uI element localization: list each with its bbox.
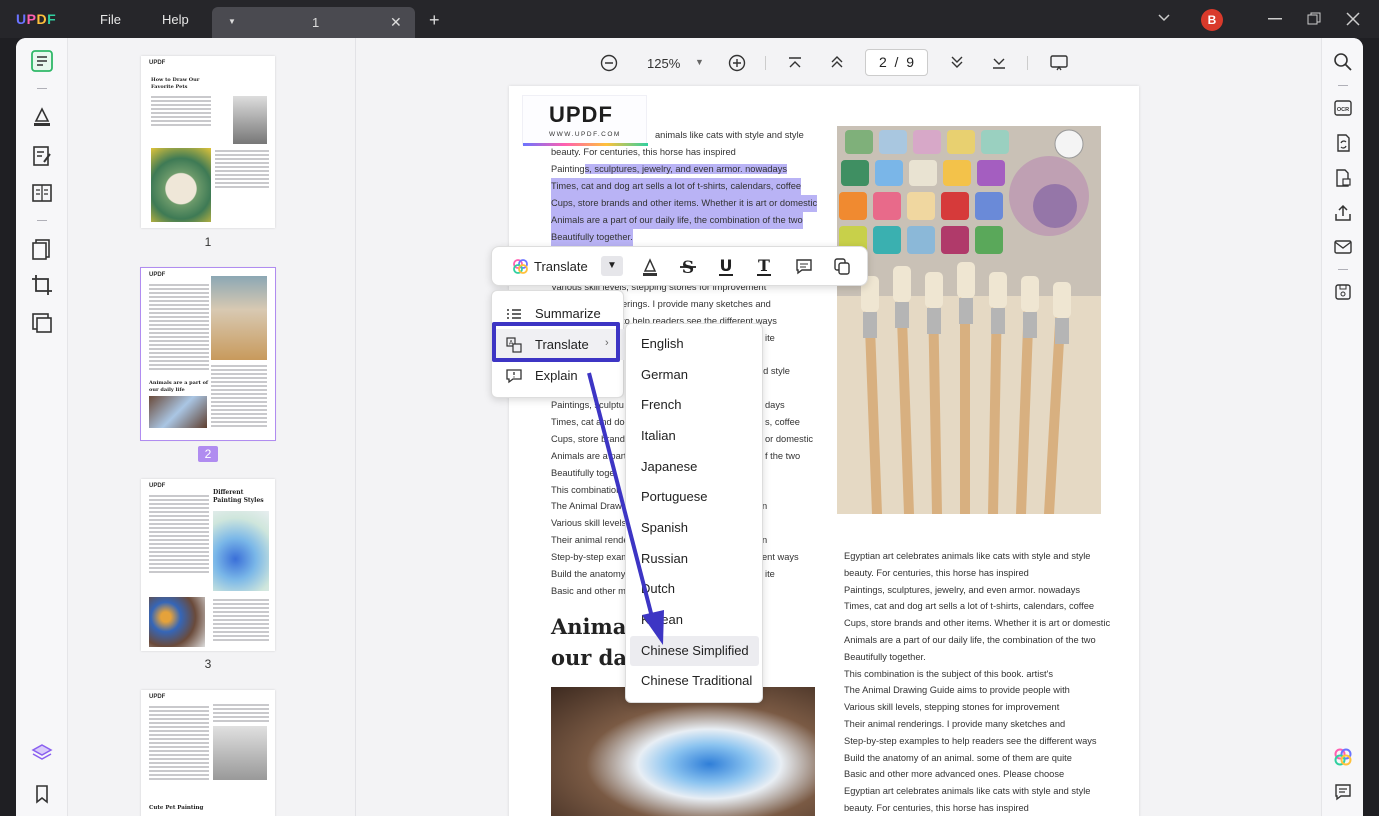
right-column-text: Egyptian art celebrates animals like cat… xyxy=(844,551,1111,813)
translate-button[interactable]: Translate xyxy=(534,259,588,274)
document-viewer: 125% ▼ 2 / 9 UPDF WWW.UPDF.COM animals l… xyxy=(357,38,1321,816)
menu-item-explain[interactable]: Explain xyxy=(492,360,625,391)
save-icon[interactable] xyxy=(1333,282,1353,302)
comment-icon[interactable] xyxy=(1333,782,1353,802)
strikethrough-icon[interactable]: S xyxy=(679,257,697,277)
minimize-icon[interactable] xyxy=(1268,18,1282,20)
maximize-icon[interactable] xyxy=(1307,12,1321,26)
left-tool-rail xyxy=(16,38,68,816)
zoom-out-icon[interactable] xyxy=(600,54,618,72)
form-icon[interactable] xyxy=(30,181,54,205)
menu-file[interactable]: File xyxy=(100,12,121,27)
translate-icon: A xyxy=(506,337,522,353)
language-english[interactable]: English xyxy=(630,329,759,359)
new-tab-button[interactable]: + xyxy=(429,10,440,31)
layers-icon[interactable] xyxy=(30,741,54,765)
edit-pdf-icon[interactable] xyxy=(30,144,54,168)
selection-toolbar: Translate ▼ S U T xyxy=(491,246,868,286)
thumb-label: 2 xyxy=(198,446,218,462)
share-icon[interactable] xyxy=(1333,203,1353,223)
language-korean[interactable]: Korean xyxy=(630,605,759,635)
svg-text:OCR: OCR xyxy=(1337,107,1349,113)
document-tab[interactable]: ▼ 1 ✕ xyxy=(212,7,415,38)
protect-icon[interactable] xyxy=(1333,168,1353,188)
menu-help[interactable]: Help xyxy=(162,12,189,27)
paint-brushes-photo xyxy=(837,126,1101,514)
section-heading: Animal xyxy=(551,614,635,639)
crop-icon[interactable] xyxy=(30,273,54,297)
thumb-title: Different Painting Styles xyxy=(213,489,264,504)
thumbnail-panel: UPDF How to Draw Our Favorite Pets 1 UPD… xyxy=(69,38,356,816)
close-window-icon[interactable] xyxy=(1346,12,1360,26)
language-russian[interactable]: Russian xyxy=(630,544,759,574)
ai-translate-icon[interactable] xyxy=(512,258,529,275)
page-thumbnail-2[interactable]: UPDF Animals are a part of our daily lif… xyxy=(140,267,276,441)
bookmark-icon[interactable] xyxy=(30,782,54,806)
language-chinese-traditional[interactable]: Chinese Traditional xyxy=(630,666,759,696)
svg-text:U: U xyxy=(720,257,733,275)
comment-icon[interactable] xyxy=(795,257,813,277)
organize-pages-icon[interactable] xyxy=(30,237,54,261)
ai-assistant-icon[interactable] xyxy=(1333,747,1353,767)
language-japanese[interactable]: Japanese xyxy=(630,452,759,482)
search-icon[interactable] xyxy=(1333,52,1353,72)
svg-text:T: T xyxy=(758,257,770,275)
ocr-icon[interactable]: OCR xyxy=(1333,98,1353,118)
convert-icon[interactable] xyxy=(1333,133,1353,153)
ai-menu: Summarize A Translate › Explain xyxy=(491,290,625,398)
thumb-title: How to Draw Our Favorite Pets xyxy=(151,77,200,90)
language-menu: English German French Italian Japanese P… xyxy=(625,323,763,703)
last-page-icon[interactable] xyxy=(992,56,1006,70)
zoom-in-icon[interactable] xyxy=(728,54,746,72)
highlight-icon[interactable] xyxy=(641,257,659,277)
ai-dropdown-icon[interactable]: ▼ xyxy=(601,256,623,276)
language-french[interactable]: French xyxy=(630,390,759,420)
first-page-icon[interactable] xyxy=(788,56,802,70)
next-page-icon[interactable] xyxy=(950,55,964,69)
page-thumbnail-3[interactable]: UPDF Different Painting Styles xyxy=(141,479,275,651)
language-chinese-simplified[interactable]: Chinese Simplified xyxy=(630,636,759,666)
underline-icon[interactable]: U xyxy=(717,257,735,277)
thumb-title: Cute Pet Painting xyxy=(149,805,204,811)
zoom-bar: 125% ▼ 2 / 9 xyxy=(357,48,1321,78)
zoom-dropdown-icon[interactable]: ▼ xyxy=(695,57,704,67)
avatar[interactable]: B xyxy=(1201,9,1223,31)
chevron-down-icon[interactable] xyxy=(1158,14,1170,22)
thumb-label: 1 xyxy=(204,235,212,249)
tab-close-icon[interactable]: ✕ xyxy=(390,14,402,31)
language-italian[interactable]: Italian xyxy=(630,421,759,451)
menu-item-summarize[interactable]: Summarize xyxy=(492,298,625,329)
right-tool-rail: OCR xyxy=(1321,38,1363,816)
page-tools-icon[interactable] xyxy=(30,311,54,335)
previous-page-icon[interactable] xyxy=(830,55,844,69)
painting-photo xyxy=(551,687,815,816)
page-thumbnail-1[interactable]: UPDF How to Draw Our Favorite Pets xyxy=(141,56,275,228)
page-number-field[interactable]: 2 / 9 xyxy=(865,49,928,76)
language-german[interactable]: German xyxy=(630,360,759,390)
email-icon[interactable] xyxy=(1333,237,1353,257)
language-dutch[interactable]: Dutch xyxy=(630,574,759,604)
presentation-icon[interactable] xyxy=(1050,55,1068,71)
list-icon xyxy=(507,309,521,319)
zoom-level[interactable]: 125% xyxy=(647,56,680,71)
thumb-title: Animals are a part of our daily life xyxy=(149,380,209,393)
section-heading: our dai xyxy=(551,645,635,670)
language-spanish[interactable]: Spanish xyxy=(630,513,759,543)
tab-dropdown-icon[interactable]: ▼ xyxy=(228,17,236,26)
highlighter-icon[interactable] xyxy=(30,105,54,129)
page-thumbnail-4[interactable]: UPDF Cute Pet Painting xyxy=(141,690,275,816)
chevron-right-icon: › xyxy=(605,337,609,349)
title-bar: UPDF File Help ▼ 1 ✕ + B xyxy=(0,0,1379,38)
app-logo: UPDF xyxy=(16,11,57,27)
updf-logo-stamp: UPDF WWW.UPDF.COM xyxy=(522,95,648,146)
reader-mode-icon[interactable] xyxy=(30,49,54,73)
tab-title: 1 xyxy=(312,15,320,30)
text-box-icon[interactable]: T xyxy=(755,257,773,277)
copy-icon[interactable] xyxy=(833,257,851,277)
thumb-label: 3 xyxy=(204,657,212,671)
explain-icon xyxy=(506,369,522,384)
menu-item-translate[interactable]: A Translate › xyxy=(492,329,625,360)
pdf-page: UPDF WWW.UPDF.COM animals like cats with… xyxy=(509,86,1139,816)
language-portuguese[interactable]: Portuguese xyxy=(630,482,759,512)
